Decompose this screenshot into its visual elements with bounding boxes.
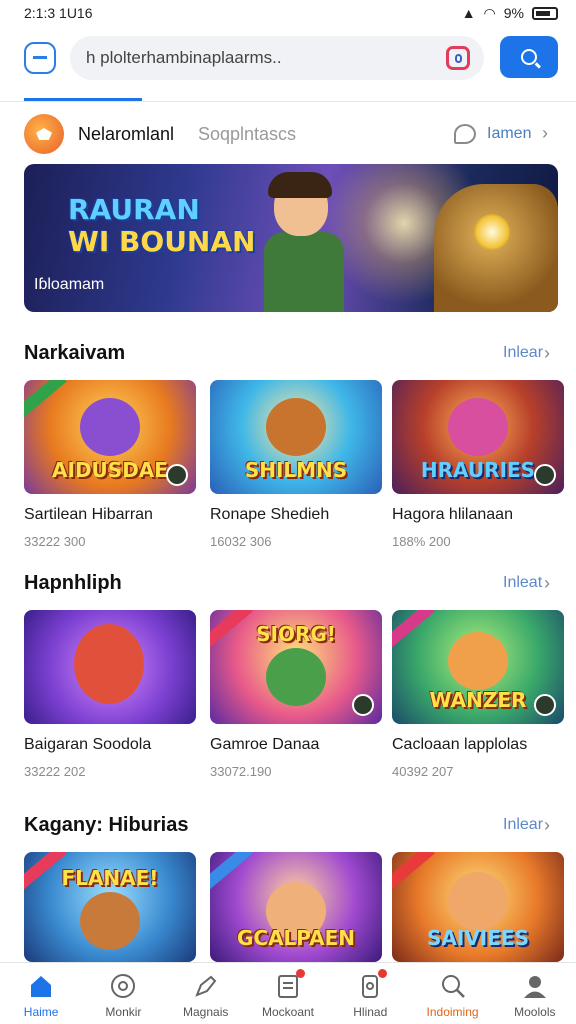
profile-icon [523, 976, 546, 998]
search-input[interactable]: h plolterhambinaplaarms.. [70, 36, 484, 80]
game-thumbnail[interactable]: GCALPAEN [210, 852, 382, 962]
section-title: Narkaivam [24, 342, 126, 364]
game-title[interactable]: Gamroe Danaa [210, 736, 382, 754]
nav-label: Indoiming [426, 1005, 479, 1019]
brand-name[interactable]: Nelaromlanl [78, 124, 174, 145]
game-meta: 16032 306 [210, 534, 272, 549]
game-card[interactable]: SHILMNS Ronape Shedieh 16032 306 [210, 380, 382, 549]
brand-logo[interactable] [24, 114, 64, 154]
game-meta: 33222 202 [24, 764, 86, 779]
section-see-all-link[interactable]: Inleat [503, 574, 542, 592]
game-thumbnail[interactable]: SHILMNS [210, 380, 382, 494]
wifi-icon: ◠ [483, 4, 496, 21]
search-row: h plolterhambinaplaarms.. [0, 34, 576, 80]
nav-magnais[interactable]: Magnais [165, 963, 247, 1024]
edit-icon [194, 975, 217, 997]
chevron-right-icon: › [542, 123, 548, 143]
notification-dot [295, 969, 305, 978]
nav-label: Mockoant [261, 1005, 314, 1019]
document-icon [275, 969, 305, 999]
game-meta: 40392 207 [392, 764, 454, 779]
game-meta: 188% 200 [392, 534, 451, 549]
search-icon [441, 975, 465, 998]
game-title[interactable]: Ronape Shedieh [210, 506, 382, 524]
status-indicators: ▲ ◠ 9% [462, 5, 558, 22]
featured-banner[interactable]: RAURAN WI BOUNAN Iɓloamam [24, 164, 558, 312]
game-card[interactable]: GCALPAEN [210, 852, 382, 962]
search-button[interactable] [500, 36, 558, 78]
game-title[interactable]: Sartilean Hibarran [24, 506, 196, 524]
section-header: Narkaivam Inlear › [0, 342, 576, 370]
nav-label: Monkir [105, 1005, 142, 1019]
nav-label: Hlinad [353, 1005, 388, 1019]
status-time: 2:1:3 1U16 [24, 5, 93, 21]
game-thumbnail[interactable]: SIORG! [210, 610, 382, 724]
tab-divider [0, 101, 576, 102]
nav-home[interactable]: Haime [0, 963, 82, 1024]
chevron-right-icon: › [544, 343, 550, 363]
section-header: Hapnhliph Inleat › [0, 572, 576, 600]
game-thumbnail[interactable]: SAIVIEES [392, 852, 564, 962]
game-title[interactable]: Cacloaan lapplolas [392, 736, 564, 754]
game-thumbnail[interactable]: WANZER [392, 610, 564, 724]
section-see-all-link[interactable]: Inlear [503, 344, 543, 362]
banner-caption: Iɓloamam [34, 276, 105, 293]
section-title: Hapnhliph [24, 572, 122, 594]
nav-hlinad[interactable]: Hlinad [329, 963, 411, 1024]
brand-link[interactable]: Iamen [487, 125, 531, 143]
game-thumbnail[interactable] [24, 610, 196, 724]
section-header: Kagany: Hiburias Inlear › [0, 814, 576, 842]
nav-label: Magnais [183, 1005, 229, 1019]
game-title[interactable]: Hagora hlilanaan [392, 506, 564, 524]
app-menu-icon[interactable] [24, 42, 56, 74]
status-bar: 2:1:3 1U16 ▲ ◠ 9% [0, 0, 576, 26]
game-thumbnail[interactable]: AIDUSDAE [24, 380, 196, 494]
game-thumbnail[interactable]: HRAURIES [392, 380, 564, 494]
voice-search-icon[interactable] [446, 46, 470, 70]
chevron-right-icon: › [544, 815, 550, 835]
brand-row: Nelaromlanl Soqplntascs Iamen › [0, 114, 576, 154]
game-meta: 33072.190 [210, 764, 272, 779]
signal-icon: ▲ [461, 5, 476, 21]
battery-percent: 9% [503, 5, 524, 21]
nav-indoiming[interactable]: Indoiming [411, 963, 493, 1024]
nav-moolols[interactable]: Moolols [494, 963, 576, 1024]
game-card[interactable]: FLANAE! [24, 852, 196, 962]
nav-label: Moolols [514, 1005, 556, 1019]
home-icon [31, 976, 52, 997]
chevron-right-icon: › [544, 573, 550, 593]
search-query[interactable]: h plolterhambinaplaarms.. [86, 48, 446, 68]
game-card[interactable]: AIDUSDAE Sartilean Hibarran 33222 300 [24, 380, 196, 549]
banner-robot-art [434, 184, 558, 312]
game-card[interactable]: HRAURIES Hagora hlilanaan 188% 200 [392, 380, 564, 549]
game-card[interactable]: WANZER Cacloaan lapplolas 40392 207 [392, 610, 564, 779]
bottom-navigation: Haime Monkir Magnais Mockoant Hlinad Ind… [0, 962, 576, 1024]
game-card[interactable]: SAIVIEES [392, 852, 564, 962]
magnifier-icon [521, 49, 537, 65]
section-see-all-link[interactable]: Inlear [503, 816, 543, 834]
banner-title: RAURAN WI BOUNAN [68, 193, 256, 258]
nav-label: Haime [23, 1005, 59, 1019]
banner-hero-art [244, 172, 364, 312]
nav-monkir[interactable]: Monkir [82, 963, 164, 1024]
game-card[interactable]: Baigaran Soodola 33222 202 [24, 610, 196, 779]
game-card[interactable]: SIORG! Gamroe Danaa 33072.190 [210, 610, 382, 779]
game-title[interactable]: Baigaran Soodola [24, 736, 196, 754]
compass-icon [111, 974, 136, 998]
battery-icon [532, 6, 558, 20]
nav-mockoant[interactable]: Mockoant [247, 963, 329, 1024]
brand-subtitle: Soqplntascs [198, 124, 297, 144]
section-title: Kagany: Hiburias [24, 814, 189, 836]
phone-icon [357, 969, 388, 999]
game-thumbnail[interactable]: FLANAE! [24, 852, 196, 962]
game-meta: 33222 300 [24, 534, 86, 549]
chat-icon[interactable] [454, 124, 476, 144]
notification-dot [378, 969, 388, 978]
